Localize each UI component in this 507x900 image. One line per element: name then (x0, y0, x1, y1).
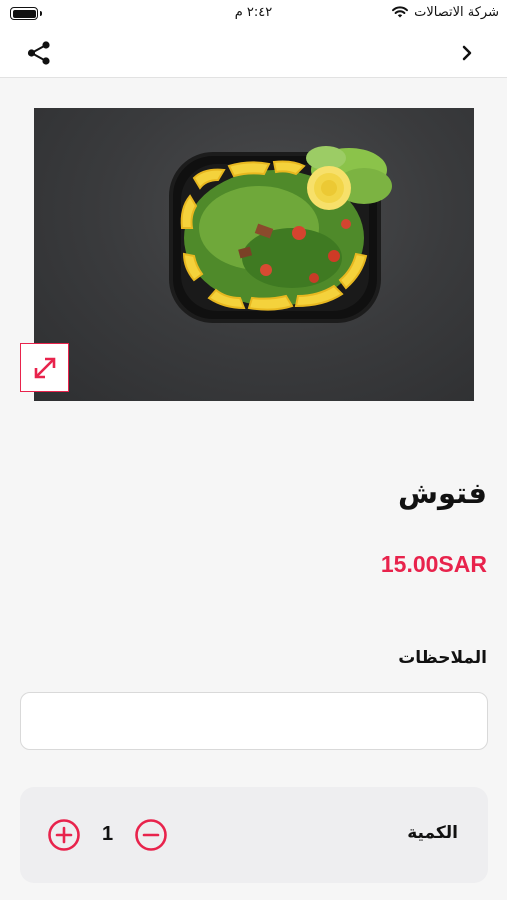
product-name: فتوش (397, 476, 487, 510)
status-bar: ٢:٤٢ م شركة الاتصالات (0, 0, 507, 28)
notes-input[interactable] (20, 692, 488, 750)
expand-image-button[interactable] (20, 343, 69, 392)
decrease-quantity-button[interactable] (134, 818, 168, 852)
quantity-label: الكمية (407, 823, 458, 843)
nav-bar (0, 28, 507, 78)
wifi-icon (391, 5, 409, 23)
share-button[interactable] (26, 40, 52, 66)
plus-circle-icon (48, 819, 80, 851)
back-button[interactable] (457, 42, 477, 64)
minus-circle-icon (135, 819, 167, 851)
back-chevron-icon (462, 45, 472, 61)
carrier-name: شركة الاتصالات (414, 5, 499, 20)
product-price: 15.00SAR (380, 551, 487, 577)
product-image (34, 108, 474, 401)
share-icon (27, 41, 50, 65)
quantity-panel: الكمية 1 (20, 787, 488, 883)
expand-icon (34, 357, 55, 378)
quantity-value: 1 (102, 823, 114, 845)
notes-label: الملاحظات (398, 648, 487, 668)
increase-quantity-button[interactable] (47, 818, 81, 852)
